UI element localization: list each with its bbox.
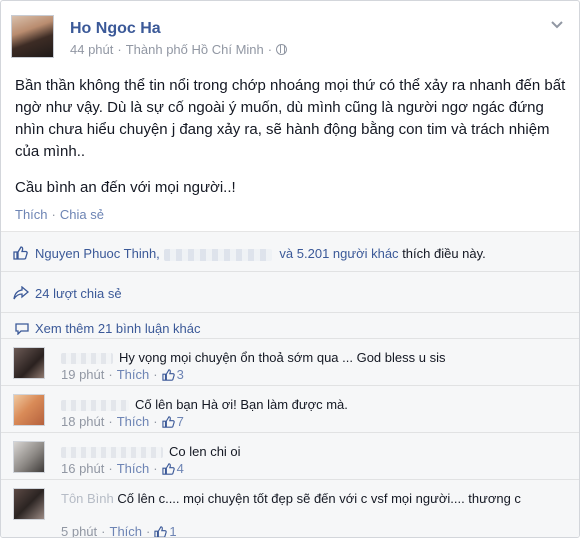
comment-like-count[interactable]: 3: [161, 367, 184, 382]
post-paragraph: Cầu bình an đến với mọi người..!: [15, 179, 236, 196]
author-avatar[interactable]: [11, 15, 54, 58]
meta-separator: ·: [117, 42, 122, 57]
comment-like-count[interactable]: 4: [161, 461, 184, 476]
redacted-commenter-name[interactable]: [61, 447, 163, 459]
comment-time[interactable]: 16 phút: [61, 461, 104, 476]
post-location[interactable]: Thành phố Hồ Chí Minh: [126, 42, 264, 57]
comment-body: Cố lên bạn Hà ơi! Bạn làm được mà.: [135, 397, 348, 412]
likes-summary: Nguyen Phuoc Thinh, và 5.201 người khác …: [1, 232, 579, 272]
more-comments[interactable]: Xem thêm 21 bình luận khác: [15, 321, 201, 336]
comment-item: Co len chi oi 16 phút · Thích · 4: [1, 432, 579, 479]
globe-icon[interactable]: [276, 44, 288, 55]
share-link[interactable]: Chia sẻ: [60, 207, 104, 222]
commenter-avatar[interactable]: [13, 441, 45, 473]
likes-suffix: thích điều này.: [402, 246, 486, 261]
thumbs-up-icon: [161, 462, 175, 475]
feedback-area: Nguyen Phuoc Thinh, và 5.201 người khác …: [1, 231, 579, 538]
thumbs-up-icon: [13, 246, 28, 260]
commenter-name[interactable]: Tôn Bình: [61, 491, 114, 506]
likes-others-link[interactable]: và 5.201 người khác: [279, 246, 398, 261]
comment-like-link[interactable]: Thích: [110, 524, 143, 537]
comment-like-link[interactable]: Thích: [117, 461, 150, 476]
action-separator: ·: [51, 207, 56, 222]
shares-link[interactable]: 24 lượt chia sẻ: [35, 286, 122, 301]
comment-time[interactable]: 19 phút: [61, 367, 104, 382]
post-body: Bần thần không thể tin nổi trong chớp nh…: [15, 75, 570, 199]
post-card: Ho Ngoc Ha 44 phút · Thành phố Hồ Chí Mi…: [0, 0, 580, 538]
post-meta: 44 phút · Thành phố Hồ Chí Minh ·: [70, 42, 288, 57]
commenter-avatar[interactable]: [13, 488, 45, 520]
comment-body: Cố lên c.... mọi chuyện tốt đẹp sẽ đến v…: [117, 491, 521, 506]
comment-item: Cố lên bạn Hà ơi! Bạn làm được mà. 18 ph…: [1, 385, 579, 432]
thumbs-up-icon: [161, 368, 175, 381]
commenter-avatar[interactable]: [13, 347, 45, 379]
comment-body: Hy vọng mọi chuyện ổn thoả sớm qua ... G…: [119, 350, 446, 365]
comment-like-link[interactable]: Thích: [117, 414, 150, 429]
comment-like-link[interactable]: Thích: [117, 367, 150, 382]
commenter-avatar[interactable]: [13, 394, 45, 426]
comment-text: Tôn Bình Cố lên c.... mọi chuyện tốt đẹp…: [61, 490, 561, 508]
redacted-name: [163, 248, 272, 261]
comment-like-count[interactable]: 1: [154, 524, 177, 537]
comment-meta: 5 phút · Thích · 1: [61, 524, 177, 538]
liker-name[interactable]: Nguyen Phuoc Thinh,: [35, 246, 160, 261]
share-icon: [13, 286, 29, 300]
comment-bubble-icon: [15, 322, 29, 335]
author-name[interactable]: Ho Ngoc Ha: [70, 20, 161, 38]
comment-meta: 19 phút · Thích · 3: [61, 367, 184, 382]
redacted-commenter-name[interactable]: [61, 353, 113, 365]
comment-text: Cố lên bạn Hà ơi! Bạn làm được mà.: [61, 396, 561, 414]
comment-meta: 16 phút · Thích · 4: [61, 461, 184, 476]
comment-time[interactable]: 18 phút: [61, 414, 104, 429]
comment-time[interactable]: 5 phút: [61, 524, 97, 537]
post-paragraph: Bần thần không thể tin nổi trong chớp nh…: [15, 77, 566, 160]
comment-item: Hy vọng mọi chuyện ổn thoả sớm qua ... G…: [1, 338, 579, 385]
like-link[interactable]: Thích: [15, 207, 48, 222]
post-time[interactable]: 44 phút: [70, 42, 113, 57]
post-actions: Thích · Chia sẻ: [15, 207, 104, 222]
more-comments-label[interactable]: Xem thêm 21 bình luận khác: [35, 321, 201, 336]
chevron-down-icon[interactable]: [549, 17, 565, 33]
comment-item: Tôn Bình Cố lên c.... mọi chuyện tốt đẹp…: [1, 479, 579, 538]
meta-separator-2: ·: [267, 42, 273, 57]
comment-meta: 18 phút · Thích · 7: [61, 414, 184, 429]
redacted-commenter-name[interactable]: [61, 400, 129, 412]
likes-text: Nguyen Phuoc Thinh, và 5.201 người khác …: [35, 246, 486, 261]
comment-like-count[interactable]: 7: [161, 414, 184, 429]
comment-body: Co len chi oi: [169, 444, 241, 459]
shares-summary: 24 lượt chia sẻ: [1, 272, 579, 313]
thumbs-up-icon: [154, 525, 168, 537]
thumbs-up-icon: [161, 415, 175, 428]
comment-text: Hy vọng mọi chuyện ổn thoả sớm qua ... G…: [61, 349, 561, 367]
comment-text: Co len chi oi: [61, 443, 561, 461]
